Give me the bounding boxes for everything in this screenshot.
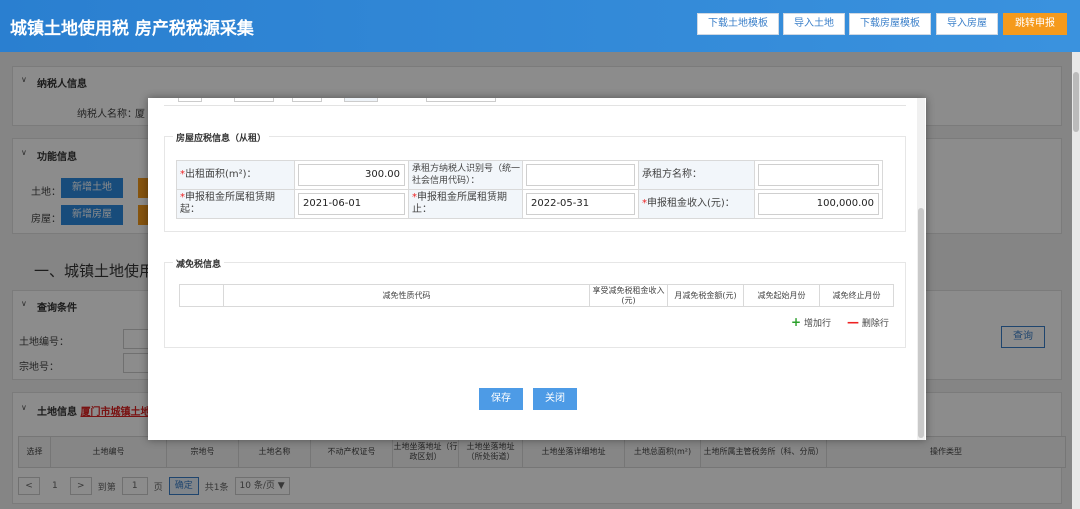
download-land-template-button[interactable]: 下载土地模板 [697, 13, 779, 35]
lessee-name-label: 承租方名称： [638, 160, 755, 190]
house-rent-dialog: 房屋应税信息（从租） *出租面积(m²)： 300.00 承租方纳税人识别号（统… [148, 98, 926, 440]
lessee-id-input[interactable] [526, 164, 635, 186]
period-start-label: *申报租金所属租赁期起： [176, 189, 295, 219]
relief-col-monthly-amount: 月减免税金额(元) [667, 284, 744, 307]
minus-icon: — [847, 315, 859, 329]
period-start-input[interactable]: 2021-06-01 [298, 193, 405, 215]
rent-area-label: *出租面积(m²)： [176, 160, 295, 190]
go-to-declare-button[interactable]: 跳转申报 [1003, 13, 1067, 35]
previous-section-edge [164, 98, 906, 106]
relief-section-title: 减免税信息 [173, 257, 225, 270]
rent-form-table: *出租面积(m²)： 300.00 承租方纳税人识别号（统一社会信用代码）： 承… [176, 160, 883, 219]
page-scrollbar[interactable] [1072, 52, 1080, 509]
add-row-button[interactable]: + 增加行 [791, 315, 831, 329]
save-button[interactable]: 保存 [479, 388, 523, 410]
rent-section: 房屋应税信息（从租） *出租面积(m²)： 300.00 承租方纳税人识别号（统… [164, 131, 906, 232]
relief-table: 减免性质代码 享受减免税租金收入(元) 月减免税金额(元) 减免起始月份 减免终… [179, 284, 894, 307]
dialog-scrollbar-thumb[interactable] [918, 208, 924, 438]
relief-col-code: 减免性质代码 [223, 284, 590, 307]
download-house-template-button[interactable]: 下载房屋模板 [849, 13, 931, 35]
relief-col-end-month: 减免终止月份 [819, 284, 894, 307]
rent-income-input[interactable]: 100,000.00 [758, 193, 879, 215]
relief-section: 减免税信息 减免性质代码 享受减免税租金收入(元) 月减免税金额(元) 减免起始… [164, 257, 906, 348]
lessee-id-label: 承租方纳税人识别号（统一社会信用代码）： [408, 160, 523, 190]
rent-income-label: *申报租金收入(元)： [638, 189, 755, 219]
import-house-button[interactable]: 导入房屋 [936, 13, 998, 35]
close-button[interactable]: 关闭 [533, 388, 577, 410]
dialog-scrollbar[interactable] [917, 98, 925, 440]
lessee-name-input[interactable] [758, 164, 879, 186]
relief-col-rent-income: 享受减免税租金收入(元) [589, 284, 668, 307]
import-land-button[interactable]: 导入土地 [783, 13, 845, 35]
page-title: 城镇土地使用税 房产税税源采集 [10, 19, 254, 39]
plus-icon: + [791, 315, 802, 329]
period-end-label: *申报租金所属租赁期止： [408, 189, 523, 219]
relief-col-start-month: 减免起始月份 [743, 284, 820, 307]
period-end-input[interactable]: 2022-05-31 [526, 193, 635, 215]
relief-col-select[interactable] [179, 284, 224, 307]
rent-area-input[interactable]: 300.00 [298, 164, 405, 186]
page-scrollbar-thumb[interactable] [1073, 72, 1079, 132]
delete-row-button[interactable]: — 删除行 [847, 315, 889, 329]
rent-section-title: 房屋应税信息（从租） [173, 131, 270, 144]
app-header: 城镇土地使用税 房产税税源采集 下载土地模板 导入土地 下载房屋模板 导入房屋 … [0, 0, 1080, 52]
